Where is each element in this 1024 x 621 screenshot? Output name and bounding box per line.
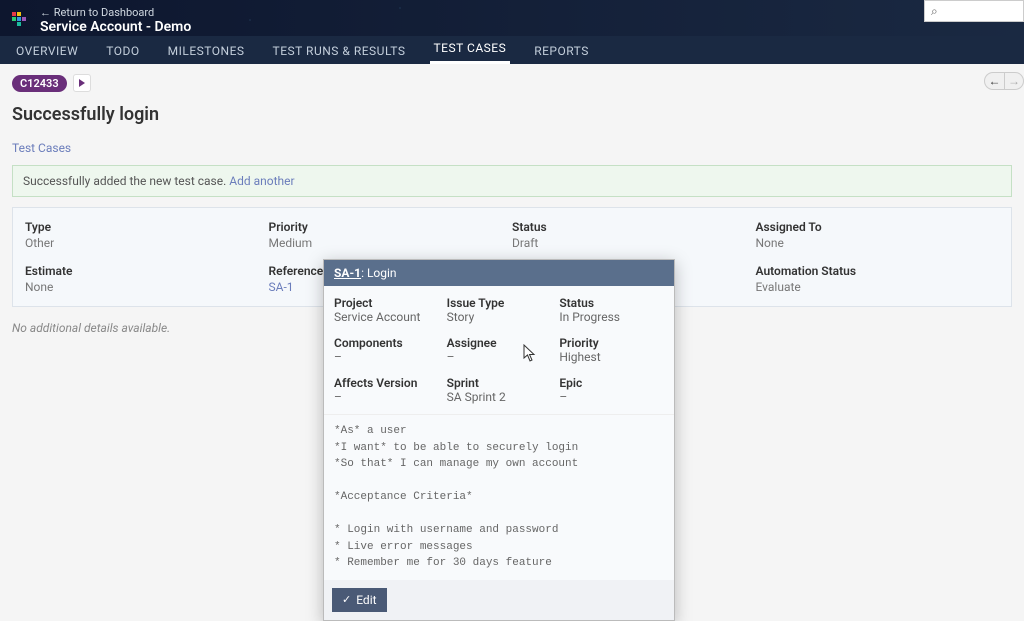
popover-header: SA-1: Login (324, 260, 674, 286)
history-forward-button[interactable]: → (1004, 72, 1024, 90)
popover-issue-key[interactable]: SA-1 (334, 266, 361, 280)
edit-button[interactable]: Edit (332, 588, 387, 612)
pop-status: StatusIn Progress (559, 296, 664, 324)
page-title: Successfully login (12, 104, 1012, 125)
alert-message: Successfully added the new test case. (23, 174, 229, 188)
info-type: Type Other (25, 220, 269, 250)
pop-sprint: SprintSA Sprint 2 (447, 376, 552, 404)
history-back-button[interactable]: ← (984, 72, 1004, 90)
tab-testcases[interactable]: TEST CASES (430, 35, 511, 64)
pop-components: Components– (334, 336, 439, 364)
nav-bar: OVERVIEW TODO MILESTONES TEST RUNS & RES… (0, 36, 1024, 64)
testcase-id-chip[interactable]: C12433 (12, 75, 67, 92)
info-status: Status Draft (512, 220, 756, 250)
tab-milestones[interactable]: MILESTONES (164, 38, 249, 64)
info-assigned: Assigned To None (756, 220, 1000, 250)
top-bar: ← Return to Dashboard Service Account - … (0, 0, 1024, 36)
info-estimate: Estimate None (25, 264, 269, 294)
add-another-link[interactable]: Add another (229, 174, 294, 188)
issue-popover: SA-1: Login ProjectService Account Issue… (323, 259, 675, 621)
search-icon: ⌕ (931, 4, 938, 19)
return-to-dashboard-link[interactable]: ← Return to Dashboard (40, 6, 191, 19)
info-automation-status: Automation Status Evaluate (756, 264, 1000, 294)
popover-description: *As* a user *I want* to be able to secur… (324, 414, 674, 580)
pop-affects: Affects Version– (334, 376, 439, 404)
tab-testruns[interactable]: TEST RUNS & RESULTS (269, 38, 410, 64)
project-title: Service Account - Demo (40, 19, 191, 36)
pop-project: ProjectService Account (334, 296, 439, 324)
search-input[interactable]: ⌕ (924, 0, 1024, 22)
tab-reports[interactable]: REPORTS (530, 38, 593, 64)
breadcrumb-testcases[interactable]: Test Cases (12, 141, 1012, 155)
tab-todo[interactable]: TODO (102, 38, 143, 64)
run-icon-button[interactable] (73, 74, 91, 92)
success-alert: Successfully added the new test case. Ad… (12, 165, 1012, 197)
info-priority: Priority Medium (269, 220, 513, 250)
history-nav: ← → (984, 72, 1024, 90)
tab-overview[interactable]: OVERVIEW (12, 38, 82, 64)
pop-epic: Epic– (559, 376, 664, 404)
pop-assignee: Assignee– (447, 336, 552, 364)
app-logo (12, 12, 26, 26)
pop-issuetype: Issue TypeStory (447, 296, 552, 324)
pop-priority: PriorityHighest (559, 336, 664, 364)
